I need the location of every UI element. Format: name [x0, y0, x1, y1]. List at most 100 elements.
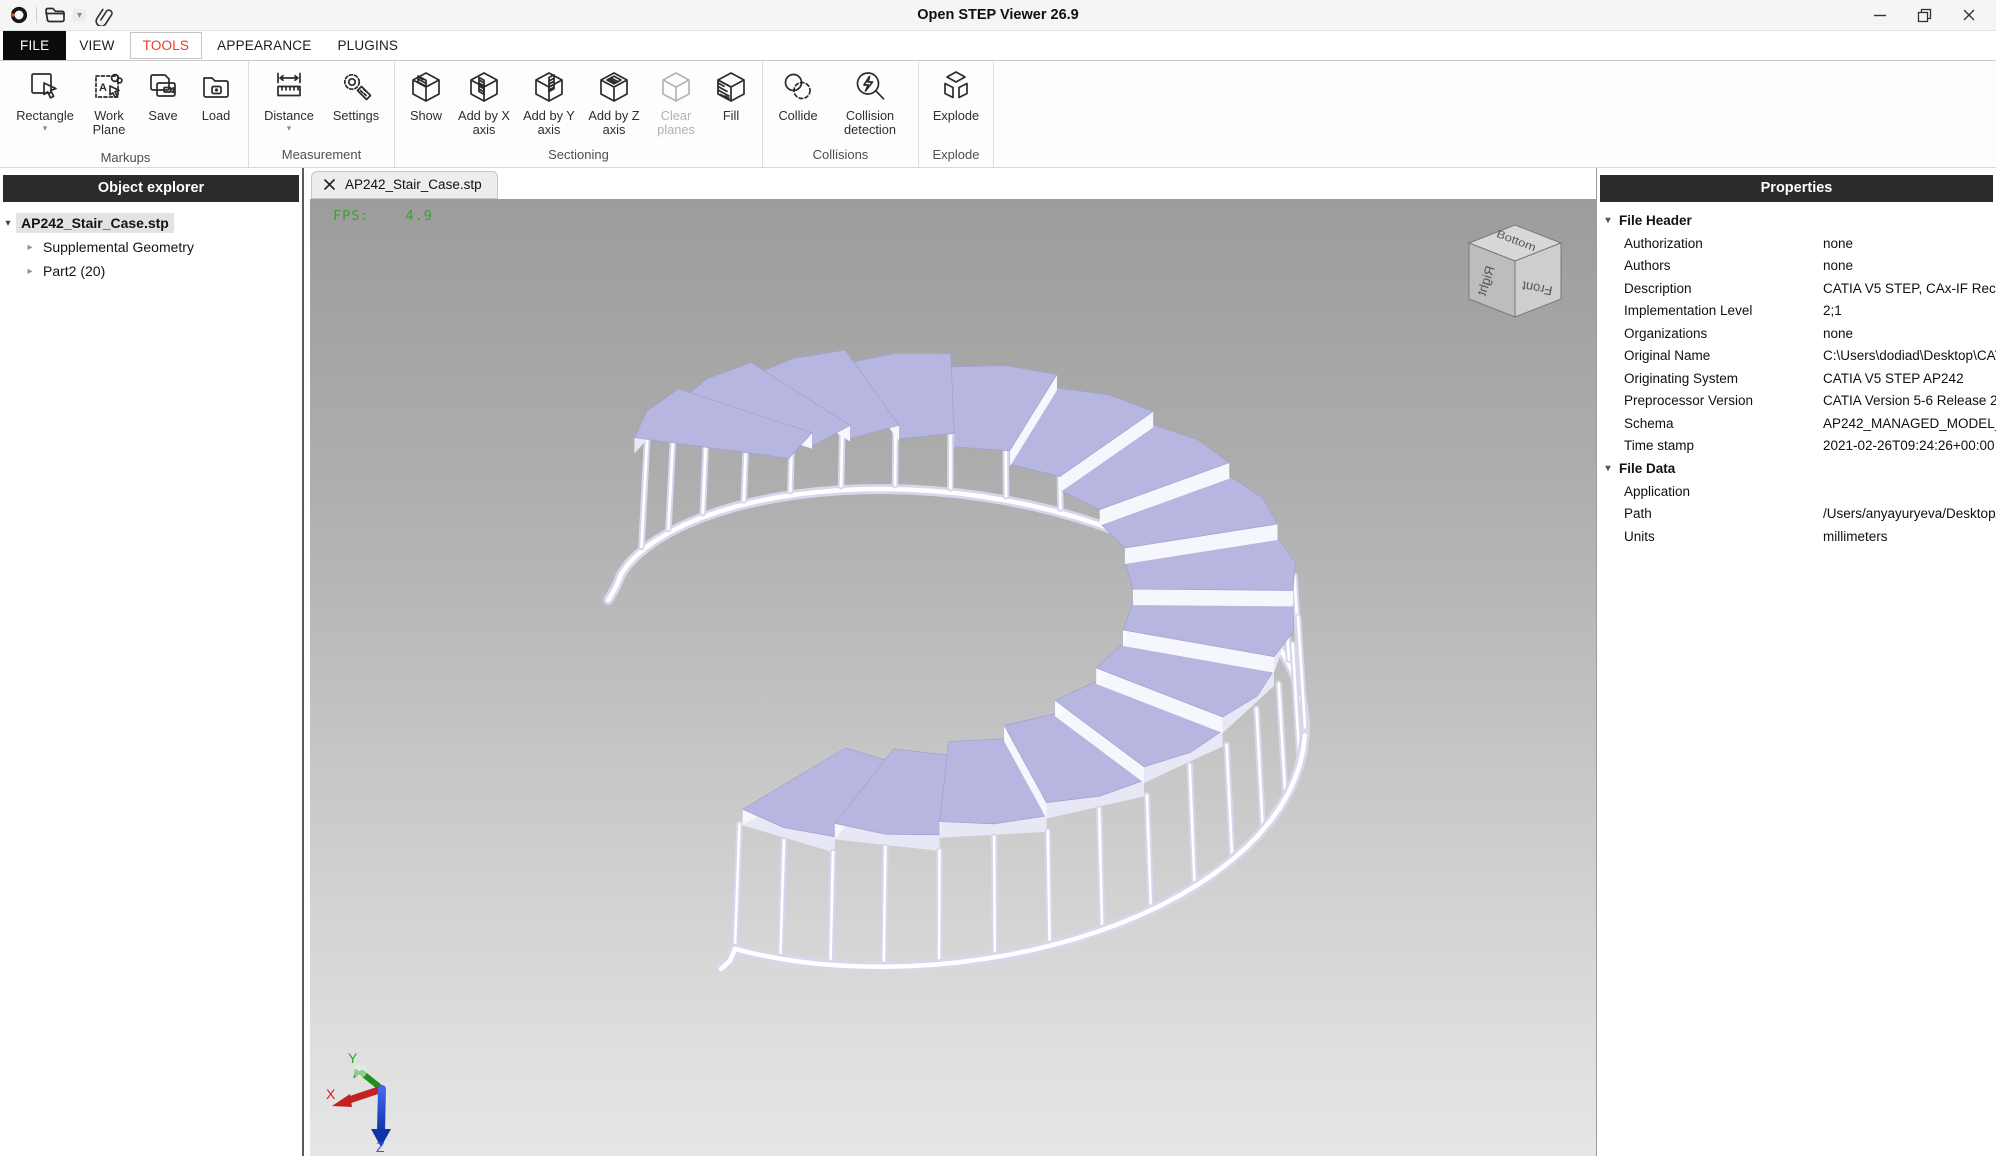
viewport-tab-row: AP242_Stair_Case.stp: [310, 168, 1596, 199]
save-button[interactable]: Save: [140, 66, 186, 134]
collision-detection-icon: [852, 69, 888, 105]
rectangle-markup-button[interactable]: Rectangle ▾: [12, 66, 78, 134]
svg-text:A: A: [99, 82, 107, 94]
restore-button[interactable]: [1917, 8, 1932, 23]
property-row: Path /Users/anyayuryeva/Desktop/: [1597, 503, 1996, 526]
properties-grid: ▾ File Header Authorization none Authors…: [1597, 202, 1996, 548]
ribbon-group-label: Markups: [12, 149, 239, 170]
menu-file[interactable]: FILE: [3, 31, 66, 60]
collision-detection-button[interactable]: Collision detection: [831, 66, 909, 138]
expander-open-icon[interactable]: ▾: [0, 218, 16, 229]
navigation-cube[interactable]: Bottom Right Front: [1460, 220, 1570, 324]
svg-text:Z: Z: [376, 1139, 385, 1153]
rectangle-dropdown-caret[interactable]: ▾: [43, 123, 48, 134]
menu-appearance[interactable]: APPEARANCE: [204, 31, 324, 60]
svg-text:X: X: [326, 1086, 336, 1102]
property-row: Application: [1597, 480, 1996, 503]
section-expander-icon[interactable]: ▾: [1597, 215, 1619, 226]
minimize-button[interactable]: [1873, 8, 1887, 22]
titlebar: ▾ Open STEP Viewer 26.9: [0, 0, 1996, 31]
load-button[interactable]: Load: [193, 66, 239, 134]
property-row: Original Name C:\Users\dodiad\Desktop\CA…: [1597, 345, 1996, 368]
work-plane-icon: A: [91, 69, 127, 105]
section-file-data[interactable]: ▾ File Data: [1597, 457, 1996, 480]
distance-dropdown-caret[interactable]: ▾: [287, 123, 292, 134]
ribbon-group-label: Sectioning: [404, 146, 753, 167]
titlebar-quick-actions: ▾: [0, 4, 115, 26]
object-tree: ▾ AP242_Stair_Case.stp ▸ Supplemental Ge…: [0, 202, 302, 292]
ribbon-group-markups: Rectangle ▾ A Work Plane: [3, 61, 249, 167]
property-row: Authors none: [1597, 255, 1996, 278]
section-fill-icon: [713, 69, 749, 105]
section-clear-planes-button[interactable]: Clear planes: [650, 66, 702, 138]
property-row: Description CATIA V5 STEP, CAx-IF Rec.Pr…: [1597, 277, 1996, 300]
section-add-z-icon: [596, 69, 632, 105]
collide-button[interactable]: Collide: [772, 66, 824, 123]
settings-button[interactable]: Settings: [327, 66, 385, 134]
tree-item-part2[interactable]: ▸ Part2 (20): [0, 259, 302, 283]
menubar: FILE VIEW TOOLS APPEARANCE PLUGINS: [0, 31, 1996, 61]
property-row: Originating System CATIA V5 STEP AP242: [1597, 367, 1996, 390]
app-logo-icon[interactable]: [9, 5, 29, 25]
explode-icon: [938, 69, 974, 105]
ribbon-group-collisions: Collide Collision detection Collisions: [763, 61, 919, 167]
section-expander-icon[interactable]: ▾: [1597, 463, 1619, 474]
expander-closed-icon[interactable]: ▸: [22, 242, 38, 253]
open-file-dropdown[interactable]: ▾: [73, 9, 86, 22]
properties-header: Properties: [1600, 175, 1993, 202]
axis-triad: Y X Z: [324, 1049, 416, 1153]
main-area: Object explorer ▾ AP242_Stair_Case.stp ▸…: [0, 168, 1996, 1156]
distance-icon: [271, 69, 307, 105]
tab-close-icon[interactable]: [323, 178, 336, 191]
properties-panel: Properties ▾ File Header Authorization n…: [1596, 168, 1996, 1156]
property-row: Organizations none: [1597, 322, 1996, 345]
property-row: Preprocessor Version CATIA Version 5-6 R…: [1597, 390, 1996, 413]
ribbon-group-explode: Explode Explode: [919, 61, 994, 167]
property-row: Implementation Level 2;1: [1597, 300, 1996, 323]
fps-counter: FPS:4.9: [333, 208, 433, 224]
app-window: ▾ Open STEP Viewer 26.9: [0, 0, 1996, 1156]
tree-item-root[interactable]: ▾ AP242_Stair_Case.stp: [0, 211, 302, 235]
window-controls: [1873, 8, 1996, 23]
collide-icon: [780, 69, 816, 105]
section-add-z-button[interactable]: Add by Z axis: [585, 66, 643, 138]
titlebar-separator: [36, 7, 37, 23]
section-show-icon: [408, 69, 444, 105]
menu-tools[interactable]: TOOLS: [130, 32, 203, 59]
explode-button[interactable]: Explode: [928, 66, 984, 123]
section-fill-button[interactable]: Fill: [709, 66, 753, 123]
menu-view[interactable]: VIEW: [66, 31, 127, 60]
menu-plugins[interactable]: PLUGINS: [324, 31, 411, 60]
ribbon-group-sectioning: Show Add by X axis Add: [395, 61, 763, 167]
expander-closed-icon[interactable]: ▸: [22, 266, 38, 277]
object-explorer-header: Object explorer: [3, 175, 299, 202]
section-file-header[interactable]: ▾ File Header: [1597, 209, 1996, 232]
save-icon: [145, 69, 181, 105]
property-row: Time stamp 2021-02-26T09:24:26+00:00: [1597, 435, 1996, 458]
section-add-x-button[interactable]: Add by X axis: [455, 66, 513, 138]
viewport-tab[interactable]: AP242_Stair_Case.stp: [311, 171, 498, 199]
work-plane-button[interactable]: A Work Plane: [85, 66, 133, 149]
settings-icon: [338, 69, 374, 105]
object-explorer-panel: Object explorer ▾ AP242_Stair_Case.stp ▸…: [0, 168, 304, 1156]
distance-button[interactable]: Distance ▾: [258, 66, 320, 134]
section-show-button[interactable]: Show: [404, 66, 448, 123]
section-clear-planes-icon: [658, 69, 694, 105]
ribbon-group-label: Collisions: [772, 146, 909, 167]
attach-button[interactable]: [93, 4, 115, 26]
rectangle-markup-icon: [27, 69, 63, 105]
viewport-tab-label: AP242_Stair_Case.stp: [345, 177, 482, 192]
stair-model[interactable]: [310, 199, 1596, 1156]
ribbon-group-measurement: Distance ▾ Settings Measurement: [249, 61, 395, 167]
close-button[interactable]: [1962, 8, 1976, 22]
open-file-button[interactable]: [44, 6, 66, 24]
property-row: Authorization none: [1597, 232, 1996, 255]
viewport-area: AP242_Stair_Case.stp FPS:4.9 Bottom Righ…: [304, 168, 1596, 1156]
section-add-y-button[interactable]: Add by Y axis: [520, 66, 578, 138]
section-add-x-icon: [466, 69, 502, 105]
ribbon-toolbar: Rectangle ▾ A Work Plane: [0, 61, 1996, 168]
property-row: Schema AP242_MANAGED_MODEL_EDITION: [1597, 412, 1996, 435]
tree-item-supplemental-geometry[interactable]: ▸ Supplemental Geometry: [0, 235, 302, 259]
ribbon-group-label: Measurement: [258, 146, 385, 167]
viewport-3d[interactable]: FPS:4.9 Bottom Right Front: [310, 199, 1596, 1156]
